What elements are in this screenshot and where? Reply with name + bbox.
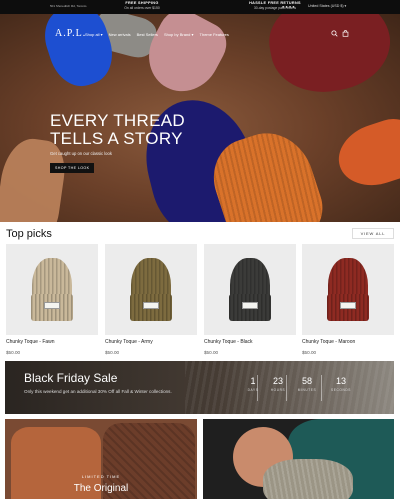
free-shipping-title: FREE SHIPPING	[125, 1, 159, 5]
product-price: $50.00	[105, 350, 120, 355]
black-friday-banner[interactable]: Black Friday Sale Only this weekend get …	[5, 361, 394, 414]
collection-tile-original[interactable]: LIMITED TIME The Original	[5, 419, 197, 499]
bag-icon[interactable]	[342, 30, 349, 37]
nav-theme-features[interactable]: Theme Features	[200, 32, 229, 37]
tile-title: The Original	[73, 483, 129, 494]
nav-best-sellers[interactable]: Best Sellers	[137, 32, 158, 37]
product-card[interactable]: Chunky Toque - Black $50.00	[204, 244, 296, 355]
product-card[interactable]: Chunky Toque - Maroon $50.00	[302, 244, 394, 355]
top-picks-title: Top picks	[6, 228, 52, 240]
store-logo[interactable]: A.P.L.	[55, 28, 86, 39]
product-price: $50.00	[302, 350, 317, 355]
countdown-seconds: 13 SECONDS	[321, 376, 361, 392]
free-shipping-notice: FREE SHIPPING On all orders over $150	[97, 1, 187, 10]
nav-links: Shop all ▾ New arrivals Best Sellers Sho…	[85, 32, 229, 37]
hero-heading: EVERY THREAD TELLS A STORY	[50, 112, 185, 148]
promo-title: Black Friday Sale	[24, 371, 118, 385]
product-card[interactable]: Chunky Toque - Fawn $50.00	[6, 244, 98, 355]
nav-new-arrivals[interactable]: New arrivals	[109, 32, 131, 37]
product-card[interactable]: Chunky Toque - Army $50.00	[105, 244, 197, 355]
hero-copy: EVERY THREAD TELLS A STORY Get caught up…	[50, 112, 185, 174]
nav-shop-by-brand[interactable]: Shop by Brand ▾	[164, 32, 194, 37]
knit-scarf-image	[263, 459, 353, 499]
product-image[interactable]	[6, 244, 98, 335]
returns-notice: HASSLE FREE RETURNS 30-day postage paid …	[230, 1, 320, 10]
hero-heading-line1: EVERY THREAD	[50, 111, 185, 130]
collection-tile-knit[interactable]	[203, 419, 394, 499]
countdown-seconds-label: SECONDS	[331, 388, 351, 392]
view-all-button[interactable]: VIEW ALL	[352, 228, 394, 239]
product-name[interactable]: Chunky Toque - Fawn	[6, 339, 98, 345]
announcement-bar: 501 Shoreditch Rd, Toronto FREE SHIPPING…	[0, 0, 400, 14]
product-name[interactable]: Chunky Toque - Maroon	[302, 339, 394, 345]
product-image[interactable]	[105, 244, 197, 335]
beanie-label	[242, 302, 258, 309]
product-name[interactable]: Chunky Toque - Army	[105, 339, 197, 345]
returns-title: HASSLE FREE RETURNS	[249, 1, 301, 5]
returns-subtitle: 30-day postage paid returns	[253, 6, 297, 10]
shop-the-look-button[interactable]: SHOP THE LOOK	[50, 163, 95, 173]
tile-label: LIMITED TIME	[81, 474, 121, 479]
product-price: $50.00	[204, 350, 219, 355]
hero-heading-line2: TELLS A STORY	[50, 129, 183, 148]
social-links: ●●●●	[282, 4, 296, 9]
beanie-label	[44, 302, 60, 309]
search-icon[interactable]	[331, 30, 338, 37]
beanie-label	[143, 302, 159, 309]
free-shipping-subtitle: On all orders over $150	[124, 6, 160, 10]
hero-subheading: Get caught up on our classic look	[50, 151, 112, 156]
countdown-seconds-value: 13	[335, 376, 346, 386]
product-price: $50.00	[6, 350, 21, 355]
pinterest-icon[interactable]: ●	[292, 4, 295, 9]
product-image[interactable]	[302, 244, 394, 335]
main-navigation: A.P.L. Shop all ▾ New arrivals Best Sell…	[0, 14, 400, 54]
orange-beanie-image-right	[330, 113, 400, 195]
nav-shop-all[interactable]: Shop all ▾	[85, 32, 103, 37]
product-image[interactable]	[204, 244, 296, 335]
promo-subtitle: Only this weekend get an additional 30% …	[24, 389, 172, 394]
country-selector[interactable]: United States (USD $) ▾	[308, 4, 346, 8]
product-name[interactable]: Chunky Toque - Black	[204, 339, 296, 345]
beanie-label	[340, 302, 356, 309]
store-address: 501 Shoreditch Rd, Toronto	[50, 4, 87, 8]
